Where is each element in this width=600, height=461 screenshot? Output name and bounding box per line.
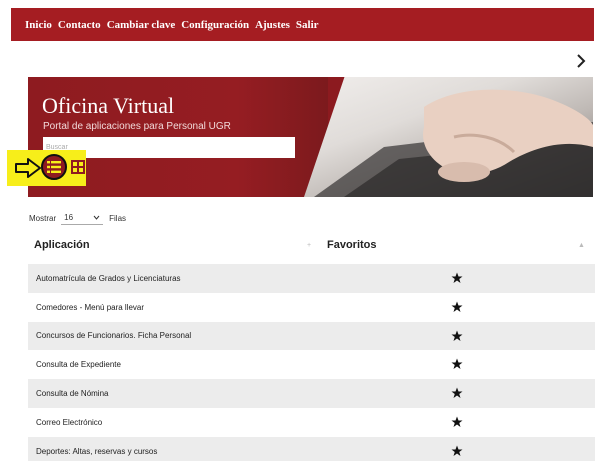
rows-value: 16 xyxy=(64,213,74,222)
show-label: Mostrar xyxy=(29,213,57,223)
table-row[interactable]: Consulta de Expediente xyxy=(28,350,595,380)
star-icon[interactable] xyxy=(451,272,463,284)
nav-salir[interactable]: Salir xyxy=(296,19,319,31)
table-header: Aplicación + Favoritos ▲ xyxy=(28,235,595,257)
column-header-aplicacion[interactable]: Aplicación xyxy=(34,239,90,251)
star-icon[interactable] xyxy=(451,445,463,457)
table-row[interactable]: Concursos de Funcionarios. Ficha Persona… xyxy=(28,321,595,351)
list-view-icon xyxy=(47,161,61,173)
app-name[interactable]: Consulta de Nómina xyxy=(36,389,108,398)
chevron-right-icon[interactable] xyxy=(571,51,591,71)
arrow-right-icon xyxy=(15,158,41,178)
app-name[interactable]: Correo Electrónico xyxy=(36,418,102,427)
table-row[interactable]: Automatrícula de Grados y Licenciaturas xyxy=(28,264,595,293)
star-icon[interactable] xyxy=(451,358,463,370)
nav-configuracion[interactable]: Configuración xyxy=(181,19,249,31)
list-view-button[interactable] xyxy=(41,154,67,180)
nav-cambiar-clave[interactable]: Cambiar clave xyxy=(107,19,176,31)
star-icon[interactable] xyxy=(451,416,463,428)
top-nav-bar: Inicio Contacto Cambiar clave Configurac… xyxy=(11,8,594,41)
page-subtitle: Portal de aplicaciones para Personal UGR xyxy=(43,121,231,132)
app-name[interactable]: Consulta de Expediente xyxy=(36,360,121,369)
nav-contacto[interactable]: Contacto xyxy=(58,19,101,31)
app-name[interactable]: Deportes: Altas, reservas y cursos xyxy=(36,447,157,456)
app-name[interactable]: Automatrícula de Grados y Licenciaturas xyxy=(36,274,181,283)
table-row[interactable]: Deportes: Altas, reservas y cursos xyxy=(28,436,595,461)
grid-view-icon[interactable] xyxy=(71,160,85,174)
chevron-down-icon xyxy=(93,215,100,220)
column-header-favoritos[interactable]: Favoritos xyxy=(327,239,377,251)
sort-icon[interactable]: ▲ xyxy=(578,242,585,249)
nav-inicio[interactable]: Inicio xyxy=(25,19,52,31)
table-row[interactable]: Consulta de Nómina xyxy=(28,379,595,408)
nav-ajustes[interactable]: Ajustes xyxy=(255,19,290,31)
page-title: Oficina Virtual xyxy=(42,93,175,118)
hero-banner: Oficina Virtual Portal de aplicaciones p… xyxy=(28,77,593,197)
table-row[interactable]: Comedores - Menú para llevar xyxy=(28,292,595,322)
applications-table: Automatrícula de Grados y Licenciaturas … xyxy=(28,264,595,461)
sort-icon[interactable]: + xyxy=(307,242,311,249)
app-name[interactable]: Concursos de Funcionarios. Ficha Persona… xyxy=(36,331,191,340)
hero-keyboard-photo xyxy=(304,77,593,197)
rows-label: Filas xyxy=(109,213,127,223)
star-icon[interactable] xyxy=(451,301,463,313)
star-icon[interactable] xyxy=(451,387,463,399)
rows-per-page-select[interactable]: 16 xyxy=(61,211,104,225)
star-icon[interactable] xyxy=(451,330,463,342)
app-name[interactable]: Comedores - Menú para llevar xyxy=(36,303,144,312)
table-row[interactable]: Correo Electrónico xyxy=(28,407,595,437)
rows-per-page: Mostrar 16 Filas xyxy=(29,211,126,225)
